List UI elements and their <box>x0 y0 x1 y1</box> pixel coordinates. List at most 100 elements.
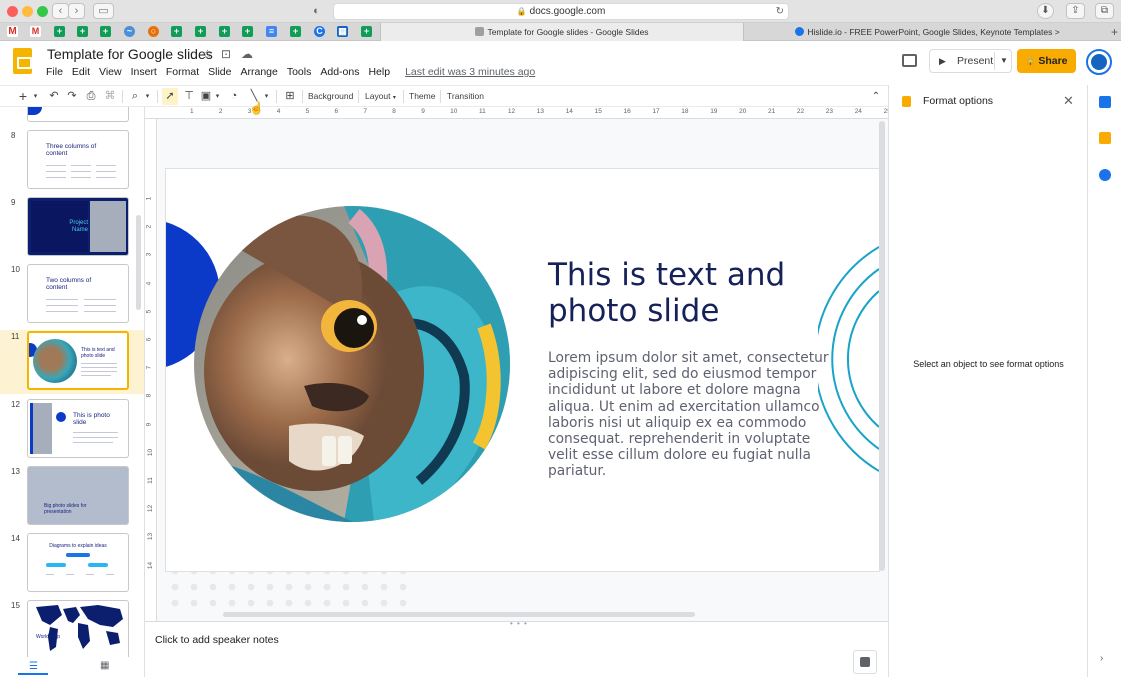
reload-icon[interactable]: ↻ <box>776 4 784 19</box>
slide-number: 12 <box>11 400 20 409</box>
thumb-partial[interactable] <box>27 107 129 122</box>
canvas-vertical-scrollbar[interactable] <box>879 121 885 571</box>
gmail-bookmark-icon-2[interactable]: M <box>30 26 41 37</box>
new-slide-dropdown-icon[interactable]: ▾ <box>31 88 40 105</box>
minimize-window-button[interactable] <box>22 6 33 17</box>
print-icon[interactable]: ⎙ <box>84 88 98 105</box>
back-button[interactable]: ‹ <box>52 3 69 19</box>
star-icon[interactable]: ☆ <box>202 47 213 61</box>
slide-thumb-10[interactable]: Two columns of content <box>27 264 129 323</box>
expand-panel-icon[interactable]: › <box>1100 653 1103 664</box>
zoom-icon[interactable]: ⌕ <box>128 88 142 105</box>
transition-button[interactable]: Transition <box>447 88 484 105</box>
menu-file[interactable]: File <box>46 66 63 78</box>
theme-button[interactable]: Theme <box>409 88 435 105</box>
filmstrip-view-icon[interactable]: ☰ <box>29 661 38 672</box>
redo-icon[interactable]: ↷ <box>65 88 79 105</box>
sheets-bookmark-icon-6[interactable]: + <box>219 26 230 37</box>
firefox-bookmark-icon[interactable]: ○ <box>148 26 159 37</box>
speaker-notes-placeholder[interactable]: Click to add speaker notes <box>155 634 279 646</box>
present-button[interactable]: ▶ Present ▼ <box>929 49 1012 73</box>
menu-help[interactable]: Help <box>368 66 390 78</box>
menu-view[interactable]: View <box>99 66 122 78</box>
sidebar-toggle-icon[interactable]: ▭ <box>93 3 114 19</box>
move-folder-icon[interactable]: ⊡ <box>221 47 231 61</box>
avatar[interactable] <box>1086 49 1112 75</box>
tabs-overview-icon[interactable]: ⧉ <box>1095 3 1114 19</box>
sheets-bookmark-icon-4[interactable]: + <box>171 26 182 37</box>
download-icon[interactable]: ⬇ <box>1037 3 1054 19</box>
slide[interactable]: This is text and photo slide Lorem ipsum… <box>166 169 879 571</box>
close-window-button[interactable] <box>7 6 18 17</box>
forward-button[interactable]: › <box>68 3 85 19</box>
text-box-icon[interactable]: ⊤ <box>181 88 197 105</box>
slides-logo-icon[interactable] <box>13 48 32 74</box>
menu-edit[interactable]: Edit <box>72 66 90 78</box>
calendar-icon[interactable] <box>1099 96 1111 108</box>
trello-bookmark-icon[interactable]: ▦ <box>337 26 348 37</box>
undo-icon[interactable]: ↶ <box>47 88 61 105</box>
layout-button[interactable]: Layout ▾ <box>365 88 396 105</box>
sheets-bookmark-icon-7[interactable]: + <box>242 26 253 37</box>
menu-arrange[interactable]: Arrange <box>240 66 277 78</box>
sheets-bookmark-icon-3[interactable]: + <box>100 26 111 37</box>
menu-insert[interactable]: Insert <box>131 66 157 78</box>
shield-icon[interactable]: ◐ <box>307 3 326 19</box>
sheets-bookmark-icon-9[interactable]: + <box>361 26 372 37</box>
new-slide-icon[interactable]: + <box>16 88 30 105</box>
share-button[interactable]: 🔒 Share <box>1017 49 1076 73</box>
menu-slide[interactable]: Slide <box>208 66 231 78</box>
menu-tools[interactable]: Tools <box>287 66 312 78</box>
slide-thumb-11[interactable]: This is text and photo slide <box>27 331 129 390</box>
slide-thumb-8[interactable]: Three columns of content <box>27 130 129 189</box>
present-dropdown-icon[interactable]: ▼ <box>1000 50 1008 72</box>
menu-format[interactable]: Format <box>166 66 199 78</box>
keep-icon[interactable] <box>1099 132 1111 144</box>
slide-thumb-14[interactable]: Diagrams to explain ideas <box>27 533 129 592</box>
mail-bookmark-icon[interactable]: ~ <box>124 26 135 37</box>
menu-addons[interactable]: Add-ons <box>320 66 359 78</box>
collapse-toolbar-icon[interactable]: ⌃ <box>869 88 883 105</box>
filmstrip-scrollbar[interactable] <box>136 215 141 310</box>
address-bar[interactable]: 🔒 docs.google.com ↻ <box>333 3 789 20</box>
zoom-dropdown-icon[interactable]: ▾ <box>143 88 152 105</box>
docs-bookmark-icon[interactable]: ≡ <box>266 26 277 37</box>
squirrel-graffiti-photo[interactable] <box>194 206 510 522</box>
slide-thumb-13[interactable]: Big photo slides for presentation <box>27 466 129 525</box>
chrome-bookmark-icon[interactable]: C <box>314 26 325 37</box>
select-cursor-icon[interactable]: ➚ <box>162 88 178 105</box>
comments-icon[interactable] <box>902 54 917 67</box>
new-tab-button[interactable]: + <box>1111 23 1118 41</box>
slide-thumb-15[interactable]: World map <box>27 600 129 657</box>
background-button[interactable]: Background <box>308 88 353 105</box>
slide-thumb-12[interactable]: This is photo slide <box>27 399 129 458</box>
sheets-bookmark-icon-5[interactable]: + <box>195 26 206 37</box>
notes-resize-handle[interactable]: • • • <box>510 619 528 628</box>
tasks-icon[interactable] <box>1099 169 1111 181</box>
shape-icon[interactable]: ◔ <box>226 88 242 105</box>
slide-title[interactable]: This is text and photo slide <box>548 257 848 329</box>
image-dropdown-icon[interactable]: ▾ <box>213 88 222 105</box>
sheets-bookmark-icon-8[interactable]: + <box>290 26 301 37</box>
slide-thumb-9[interactable]: Project Name <box>27 197 129 256</box>
gmail-bookmark-icon[interactable]: M <box>7 26 18 37</box>
image-icon[interactable]: ▣ <box>199 88 213 105</box>
last-edit-link[interactable]: Last edit was 3 minutes ago <box>405 66 535 78</box>
sheets-bookmark-icon-1[interactable]: + <box>54 26 65 37</box>
cloud-saved-icon[interactable]: ☁ <box>241 47 253 61</box>
slide-body-text[interactable]: Lorem ipsum dolor sit amet, consectetur … <box>548 350 838 480</box>
paint-format-icon[interactable]: ⌘ <box>103 88 117 105</box>
sheets-bookmark-icon-2[interactable]: + <box>77 26 88 37</box>
canvas-horizontal-scrollbar[interactable] <box>223 612 695 617</box>
speaker-notes[interactable]: • • • Click to add speaker notes <box>145 619 888 677</box>
share-page-icon[interactable]: ⇪ <box>1066 3 1085 19</box>
close-icon[interactable]: ✕ <box>1063 93 1074 109</box>
document-title[interactable]: Template for Google slides <box>47 46 213 62</box>
tab-hislide[interactable]: Hislide.io - FREE PowerPoint, Google Sli… <box>743 23 1111 41</box>
grid-view-icon[interactable]: ▦ <box>100 660 109 671</box>
world-map-thumb <box>36 605 123 651</box>
zoom-window-button[interactable] <box>37 6 48 17</box>
explore-icon[interactable] <box>853 650 877 674</box>
tab-google-slides[interactable]: Template for Google slides - Google Slid… <box>380 23 743 41</box>
add-comment-icon[interactable]: ⊞ <box>282 88 298 105</box>
